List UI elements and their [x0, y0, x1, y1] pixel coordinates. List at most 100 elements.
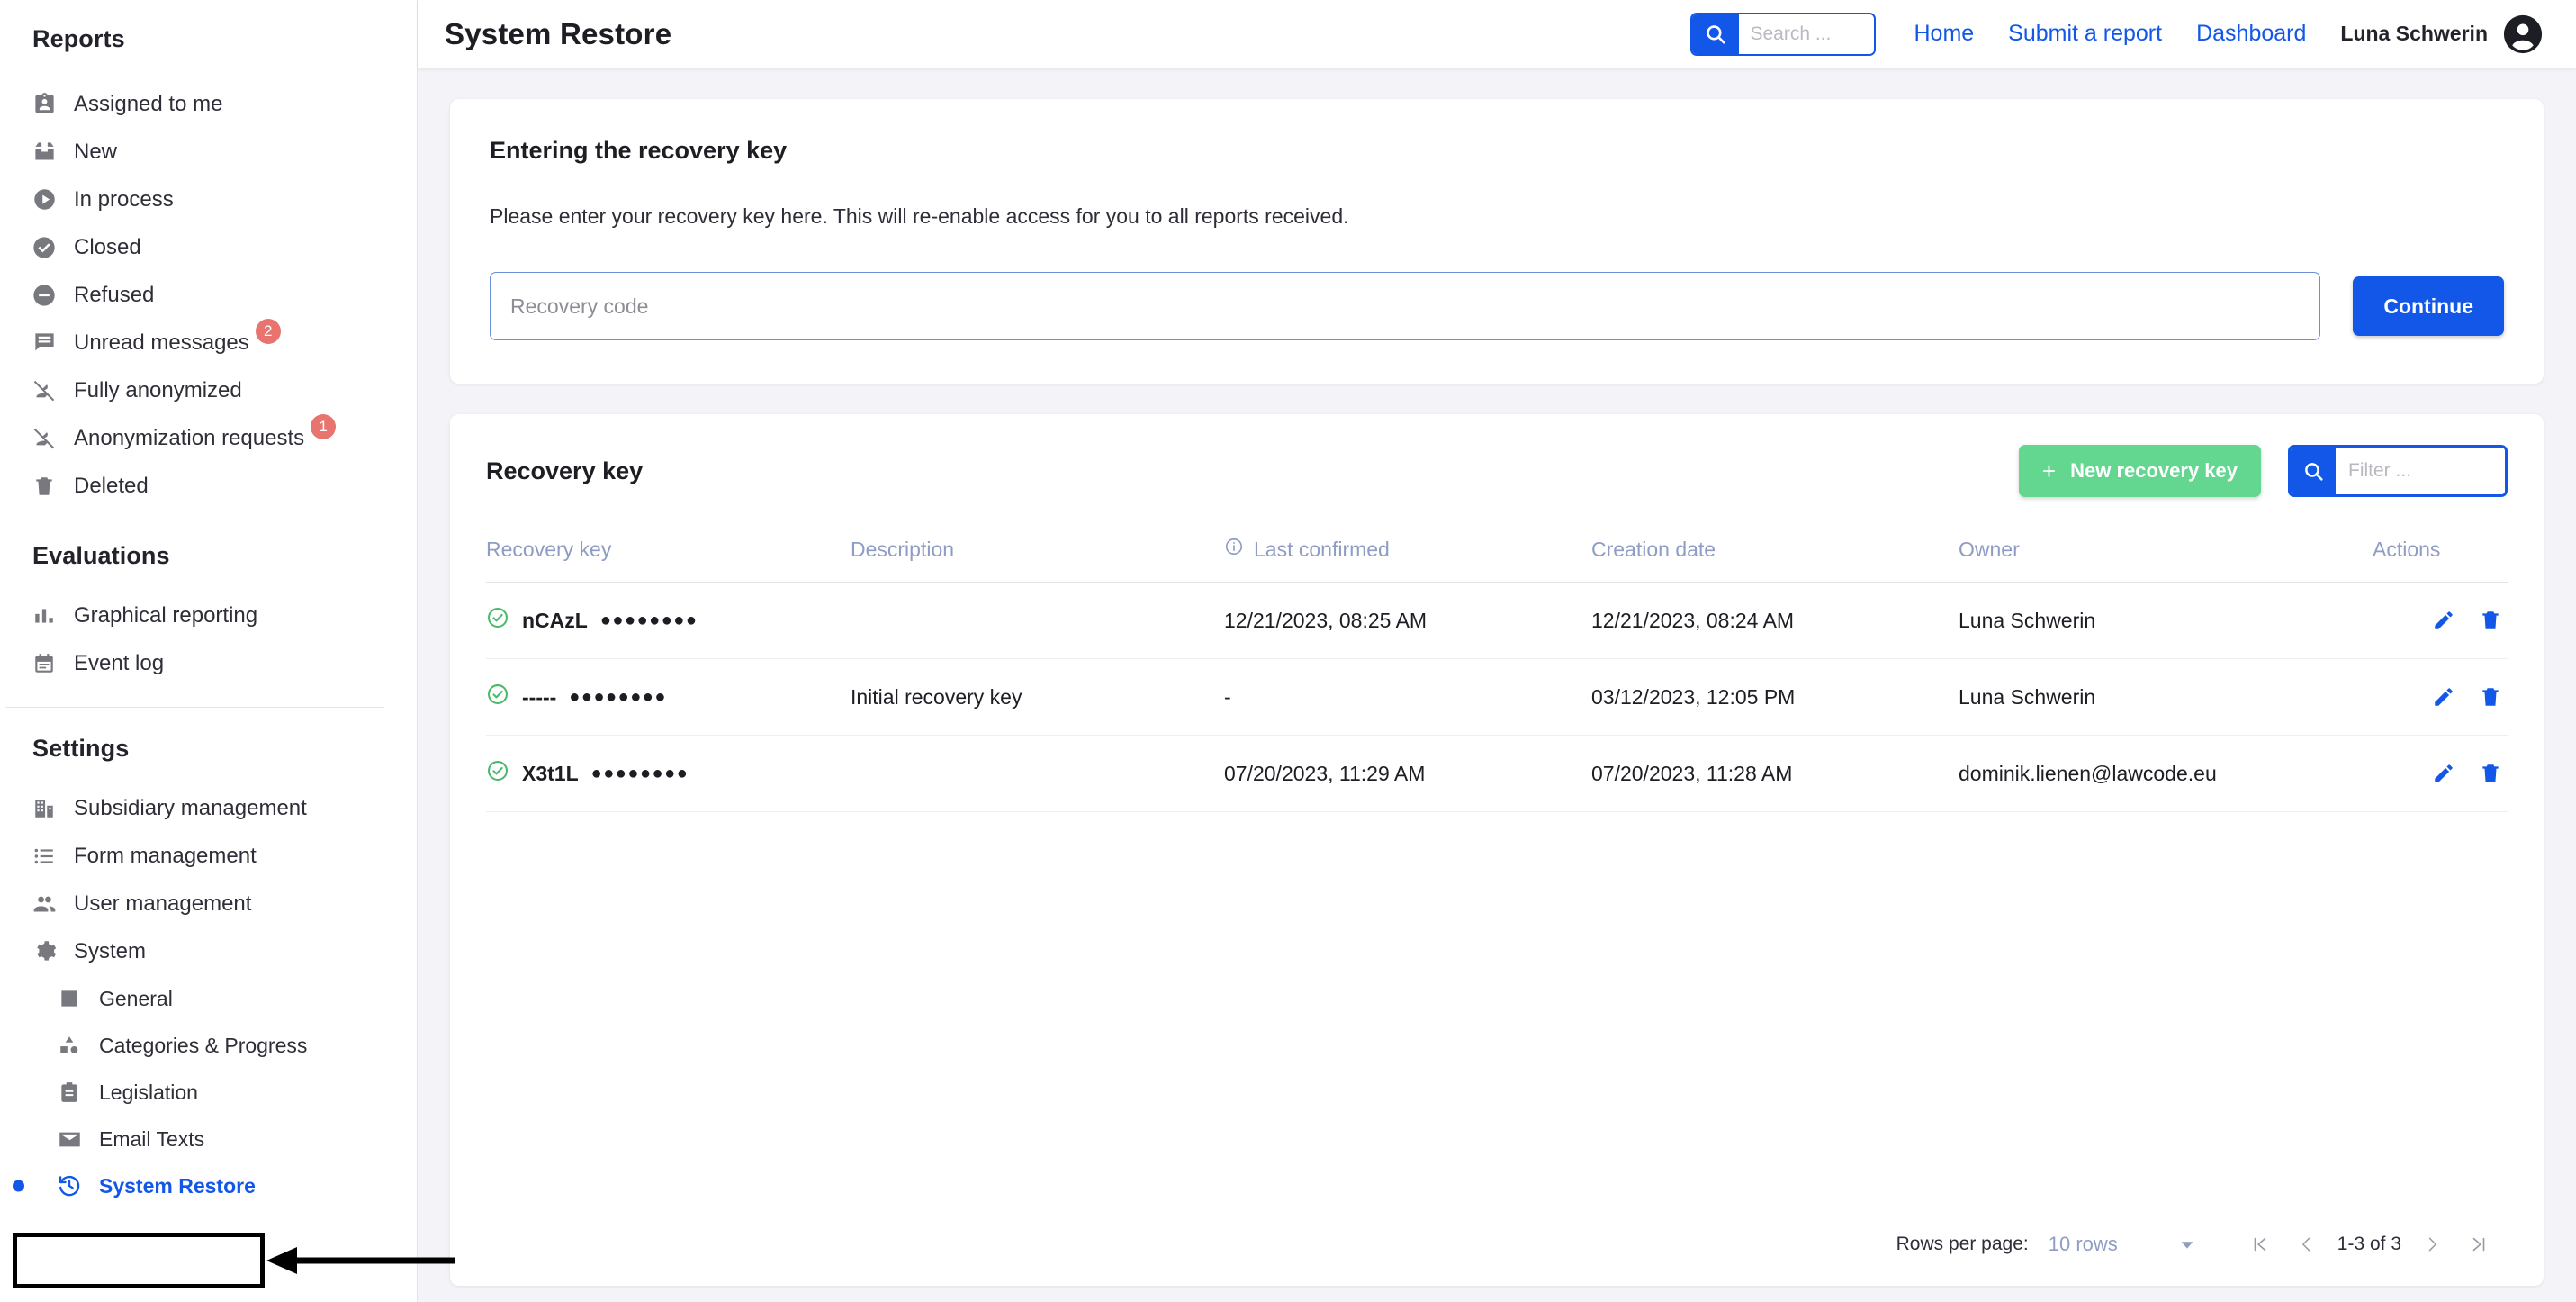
- sidebar-item-label: Fully anonymized: [74, 377, 242, 402]
- unread-messages-badge: 2: [255, 318, 281, 344]
- sidebar-item-label: Anonymization requests: [74, 425, 305, 450]
- table-row[interactable]: nCAzL ●●●●●●●● 12/21/2023, 08:25 AM 12/2…: [486, 582, 2508, 659]
- sidebar-item-user-management[interactable]: User management: [0, 880, 417, 927]
- column-header-owner[interactable]: Owner: [1959, 537, 2373, 583]
- people-icon: [27, 891, 61, 918]
- cell-last-confirmed: -: [1224, 658, 1591, 736]
- sidebar-item-new[interactable]: New: [0, 128, 417, 176]
- nav-link-dashboard[interactable]: Dashboard: [2196, 21, 2306, 47]
- sidebar-item-label: Graphical reporting: [74, 602, 258, 628]
- new-recovery-key-button[interactable]: + New recovery key: [2018, 445, 2261, 497]
- sidebar-item-email-texts[interactable]: Email Texts: [0, 1116, 417, 1162]
- status-ok-icon: [486, 683, 509, 711]
- table-row[interactable]: X3t1L ●●●●●●●● 07/20/2023, 11:29 AM 07/2…: [486, 735, 2508, 812]
- sidebar-item-legislation[interactable]: Legislation: [0, 1069, 417, 1116]
- status-ok-icon: [486, 759, 509, 788]
- sidebar-item-form-management[interactable]: Form management: [0, 832, 417, 880]
- sidebar-item-general[interactable]: General: [0, 975, 417, 1022]
- sidebar-item-label: Categories & Progress: [99, 1033, 308, 1057]
- sidebar-item-label: Assigned to me: [74, 91, 223, 116]
- column-header-description[interactable]: Description: [851, 537, 1224, 583]
- cell-actions: [2373, 582, 2508, 659]
- pagination-range: 1-3 of 3: [2337, 1234, 2401, 1254]
- recovery-key-mask: ●●●●●●●●: [569, 686, 667, 707]
- gear-icon: [27, 938, 61, 965]
- column-header-creation-date[interactable]: Creation date: [1591, 537, 1959, 583]
- table-head: Recovery key Description Last confirmed: [486, 537, 2508, 583]
- top-bar: System Restore Home Submit a report Dash…: [418, 0, 2576, 68]
- filter-search[interactable]: [2288, 445, 2508, 497]
- sidebar-item-anonymization-requests[interactable]: Anonymization requests 1: [0, 413, 417, 462]
- sidebar-item-assigned-to-me[interactable]: Assigned to me: [0, 80, 417, 128]
- sidebar-item-refused[interactable]: Refused: [0, 271, 417, 319]
- sidebar-item-system-restore[interactable]: System Restore: [0, 1162, 417, 1209]
- previous-page-button[interactable]: [2283, 1225, 2330, 1264]
- sidebar-item-label: Email Texts: [99, 1126, 205, 1151]
- delete-icon[interactable]: [2479, 762, 2502, 785]
- anonymization-requests-badge: 1: [311, 413, 337, 439]
- edit-icon[interactable]: [2432, 762, 2455, 785]
- recovery-key-prefix: X3t1L: [522, 761, 579, 785]
- sidebar-item-graphical-reporting[interactable]: Graphical reporting: [0, 592, 417, 639]
- table-row[interactable]: ----- ●●●●●●●● Initial recovery key - 03…: [486, 658, 2508, 736]
- delete-icon[interactable]: [2479, 609, 2502, 632]
- sidebar: Reports Assigned to me New In process Cl…: [0, 0, 418, 1302]
- sidebar-item-closed[interactable]: Closed: [0, 223, 417, 271]
- cell-actions: [2373, 735, 2508, 812]
- trash-icon: [27, 473, 61, 500]
- table-header-row: Recovery key Description Last confirmed: [486, 537, 2508, 583]
- sidebar-item-subsidiary-management[interactable]: Subsidiary management: [0, 784, 417, 832]
- sidebar-item-in-process[interactable]: In process: [0, 176, 417, 223]
- table-header-bar: Recovery key + New recovery key: [486, 445, 2508, 497]
- first-page-button[interactable]: [2237, 1225, 2283, 1264]
- cell-actions: [2373, 658, 2508, 736]
- history-restore-icon: [52, 1172, 86, 1199]
- sidebar-item-categories-progress[interactable]: Categories & Progress: [0, 1022, 417, 1069]
- person-off-icon: [27, 377, 61, 404]
- edit-icon[interactable]: [2432, 685, 2455, 709]
- cell-recovery-key: ----- ●●●●●●●●: [486, 658, 851, 736]
- column-header-recovery-key[interactable]: Recovery key: [486, 537, 851, 583]
- entering-recovery-key-description: Please enter your recovery key here. Thi…: [490, 204, 1349, 228]
- table-title: Recovery key: [486, 457, 644, 484]
- sidebar-item-unread-messages[interactable]: Unread messages 2: [0, 318, 417, 366]
- cell-description: Initial recovery key: [851, 658, 1224, 736]
- delete-icon[interactable]: [2479, 685, 2502, 709]
- active-dot-icon: [13, 1180, 24, 1192]
- sidebar-item-system[interactable]: System: [0, 927, 417, 975]
- play-circle-icon: [27, 186, 61, 213]
- table-toolbar: + New recovery key: [2018, 445, 2508, 497]
- sidebar-item-label: In process: [74, 186, 174, 212]
- info-icon[interactable]: [1224, 537, 1244, 562]
- search-input[interactable]: [1739, 14, 1875, 54]
- avatar[interactable]: [2502, 14, 2544, 55]
- filter-input[interactable]: [2336, 448, 2505, 494]
- pagination-bar: Rows per page: 10 rows 1-3 of 3: [486, 1225, 2508, 1286]
- recovery-code-input[interactable]: [490, 272, 2321, 340]
- nav-link-submit-a-report[interactable]: Submit a report: [2008, 21, 2162, 47]
- gear-square-icon: [52, 985, 86, 1012]
- search-icon[interactable]: [1692, 14, 1740, 54]
- last-page-button[interactable]: [2455, 1225, 2502, 1264]
- sidebar-item-label: Subsidiary management: [74, 795, 307, 820]
- inbox-icon: [27, 139, 61, 166]
- sidebar-item-fully-anonymized[interactable]: Fully anonymized: [0, 366, 417, 414]
- recovery-key-form-row: Continue: [490, 272, 2504, 340]
- pagination-controls: 1-3 of 3: [2237, 1225, 2502, 1264]
- sidebar-item-deleted[interactable]: Deleted: [0, 462, 417, 510]
- cell-owner: dominik.lienen@lawcode.eu: [1959, 735, 2373, 812]
- filter-search-icon[interactable]: [2291, 448, 2336, 494]
- sidebar-reports-list: Assigned to me New In process Closed Ref…: [0, 80, 417, 510]
- continue-button[interactable]: Continue: [2353, 276, 2504, 336]
- chevron-down-icon[interactable]: [2177, 1234, 2197, 1254]
- rows-per-page-select[interactable]: 10 rows: [2049, 1233, 2118, 1256]
- edit-icon[interactable]: [2432, 609, 2455, 632]
- column-header-last-confirmed[interactable]: Last confirmed: [1224, 537, 1591, 583]
- sidebar-item-event-log[interactable]: Event log: [0, 639, 417, 687]
- sidebar-item-label: Deleted: [74, 473, 149, 498]
- calendar-icon: [27, 650, 61, 677]
- global-search[interactable]: [1690, 12, 1877, 56]
- next-page-button[interactable]: [2409, 1225, 2455, 1264]
- cell-description: [851, 582, 1224, 659]
- nav-link-home[interactable]: Home: [1914, 21, 1974, 47]
